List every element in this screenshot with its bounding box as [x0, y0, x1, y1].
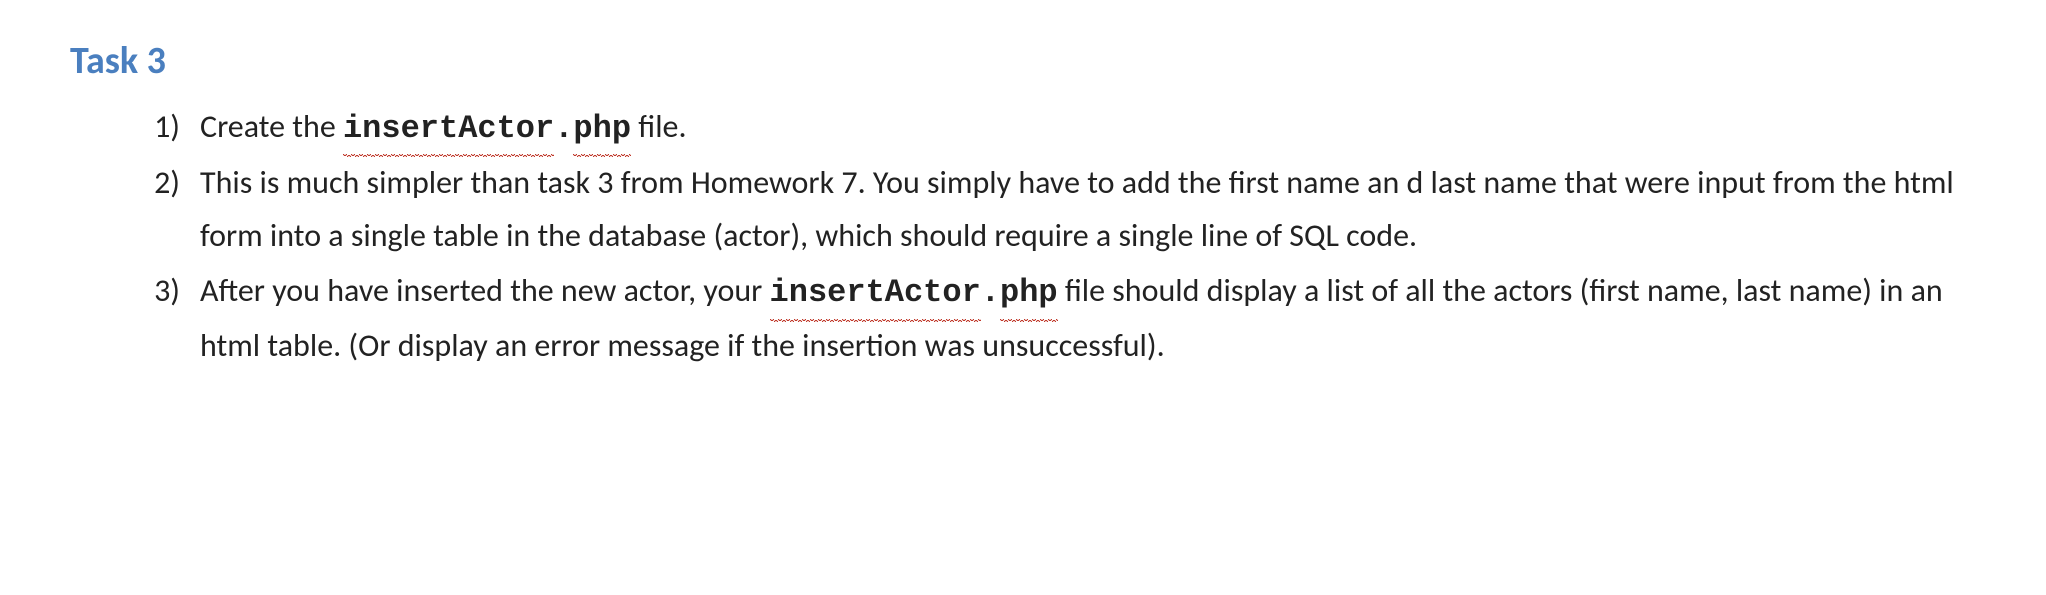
code-filename-part-insertactor: insertActor [343, 103, 554, 156]
list-item: This is much simpler than task 3 from Ho… [160, 157, 1976, 263]
item-post: file. [631, 107, 687, 146]
task-list: Create the insertActor.php file. This is… [70, 101, 1976, 373]
list-item: Create the insertActor.php file. [160, 101, 1976, 156]
code-filename-dot: . [554, 103, 573, 156]
task-heading: Task 3 [70, 30, 1976, 93]
item-text: This is much simpler than task 3 from Ho… [200, 157, 1976, 263]
code-filename-part-php: php [573, 103, 631, 156]
list-item: After you have inserted the new actor, y… [160, 265, 1976, 373]
item-text: After you have inserted the new actor, y… [200, 265, 1976, 373]
item-text: Create the insertActor.php file. [200, 101, 1976, 156]
code-filename-part-php: php [1000, 267, 1058, 320]
code-filename-part-insertactor: insertActor [770, 267, 981, 320]
item-pre: After you have inserted the new actor, y… [200, 271, 770, 310]
code-filename-dot: . [981, 267, 1000, 320]
item-pre: Create the [200, 107, 343, 146]
